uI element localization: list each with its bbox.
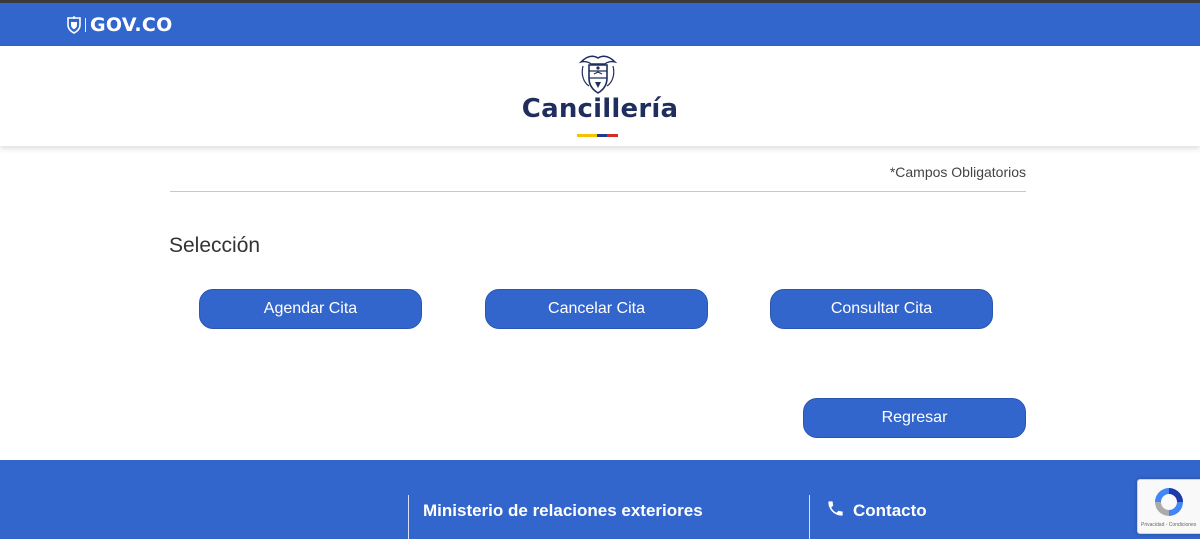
footer-divider <box>809 495 810 539</box>
footer-contact-title: Contacto <box>853 501 927 520</box>
flag-red <box>607 134 618 137</box>
phone-icon <box>826 499 853 523</box>
flag-yellow <box>577 134 597 137</box>
site-header: Cancillería <box>0 46 1200 146</box>
gov-logo-text: GOV.CO <box>90 14 173 36</box>
gov-bar: GOV.CO <box>0 3 1200 46</box>
gov-logo-link[interactable]: GOV.CO <box>66 14 173 36</box>
cancel-appointment-button[interactable]: Cancelar Cita <box>485 289 708 329</box>
gov-logo-separator <box>85 18 86 32</box>
back-button[interactable]: Regresar <box>803 398 1026 438</box>
footer-ministry-title: Ministerio de relaciones exteriores <box>423 501 703 520</box>
brand-title: Cancillería <box>521 94 679 124</box>
section-title: Selección <box>169 234 261 257</box>
required-fields-note: *Campos Obligatorios <box>889 164 1026 180</box>
footer-divider <box>408 495 409 539</box>
recaptcha-badge[interactable]: Privacidad - Condiciones <box>1137 479 1200 534</box>
flag-stripe <box>577 134 618 137</box>
schedule-appointment-button[interactable]: Agendar Cita <box>199 289 422 329</box>
flag-blue <box>597 134 607 137</box>
check-appointment-button[interactable]: Consultar Cita <box>770 289 993 329</box>
recaptcha-links[interactable]: Privacidad - Condiciones <box>1141 522 1196 528</box>
footer-contact: Contacto <box>826 499 927 523</box>
divider <box>170 191 1026 192</box>
site-footer: Ministerio de relaciones exteriores Cont… <box>0 460 1200 539</box>
colombia-shield-icon <box>66 16 82 34</box>
